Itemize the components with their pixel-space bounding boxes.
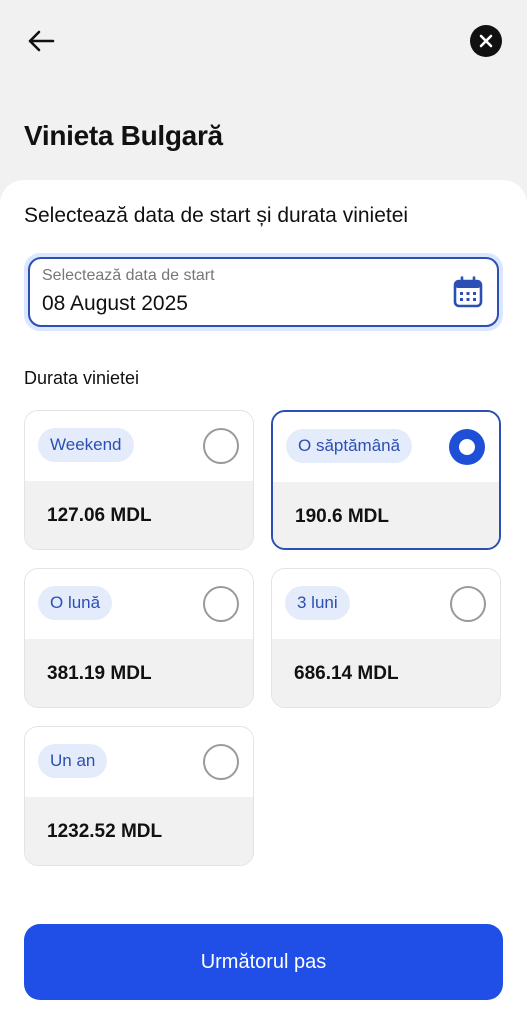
radio-button[interactable]: [203, 586, 239, 622]
duration-option-year[interactable]: Un an 1232.52 MDL: [24, 726, 254, 866]
price-label: 127.06 MDL: [47, 505, 152, 526]
radio-button[interactable]: [203, 428, 239, 464]
top-bar: Vinieta Bulgară: [0, 0, 527, 180]
page-title: Vinieta Bulgară: [24, 120, 223, 151]
duration-option-month[interactable]: O lună 381.19 MDL: [24, 568, 254, 708]
start-date-value: 08 August 2025: [42, 292, 188, 315]
card-header: 3 luni: [272, 569, 500, 639]
duration-badge: O săptămână: [286, 429, 413, 463]
card-price-area: 1232.52 MDL: [25, 797, 253, 865]
arrow-left-icon: [28, 30, 55, 52]
duration-badge: Un an: [38, 744, 108, 778]
next-step-button[interactable]: Următorul pas: [24, 924, 503, 1000]
duration-badge: 3 luni: [285, 586, 350, 620]
card-header: O lună: [25, 569, 253, 639]
price-label: 190.6 MDL: [295, 506, 389, 527]
duration-badge: O lună: [38, 586, 113, 620]
start-date-label: Selectează data de start: [42, 267, 215, 284]
price-label: 381.19 MDL: [47, 663, 152, 684]
content-sheet: Selectează data de start și durata vinie…: [0, 180, 527, 1024]
card-price-area: 686.14 MDL: [272, 639, 500, 707]
price-label: 1232.52 MDL: [47, 821, 163, 842]
card-header: Weekend: [25, 411, 253, 481]
price-label: 686.14 MDL: [294, 663, 399, 684]
back-button[interactable]: [24, 26, 58, 56]
close-button[interactable]: [470, 25, 502, 57]
calendar-icon[interactable]: [453, 276, 483, 308]
radio-button[interactable]: [203, 744, 239, 780]
card-header: Un an: [25, 727, 253, 797]
radio-button[interactable]: [450, 586, 486, 622]
section-heading: Selectează data de start și durata vinie…: [24, 204, 409, 227]
card-price-area: 381.19 MDL: [25, 639, 253, 707]
duration-option-weekend[interactable]: Weekend 127.06 MDL: [24, 410, 254, 550]
card-price-area: 127.06 MDL: [25, 481, 253, 549]
start-date-field[interactable]: Selectează data de start 08 August 2025: [28, 257, 499, 327]
duration-option-week[interactable]: O săptămână 190.6 MDL: [271, 410, 501, 550]
duration-option-3-months[interactable]: 3 luni 686.14 MDL: [271, 568, 501, 708]
date-field-focus-ring: Selectează data de start 08 August 2025: [24, 253, 503, 331]
duration-badge: Weekend: [38, 428, 134, 462]
close-icon: [479, 34, 493, 48]
radio-button-selected[interactable]: [449, 429, 485, 465]
duration-label: Durata vinietei: [24, 368, 140, 388]
card-header: O săptămână: [273, 412, 499, 482]
card-price-area: 190.6 MDL: [273, 482, 499, 548]
